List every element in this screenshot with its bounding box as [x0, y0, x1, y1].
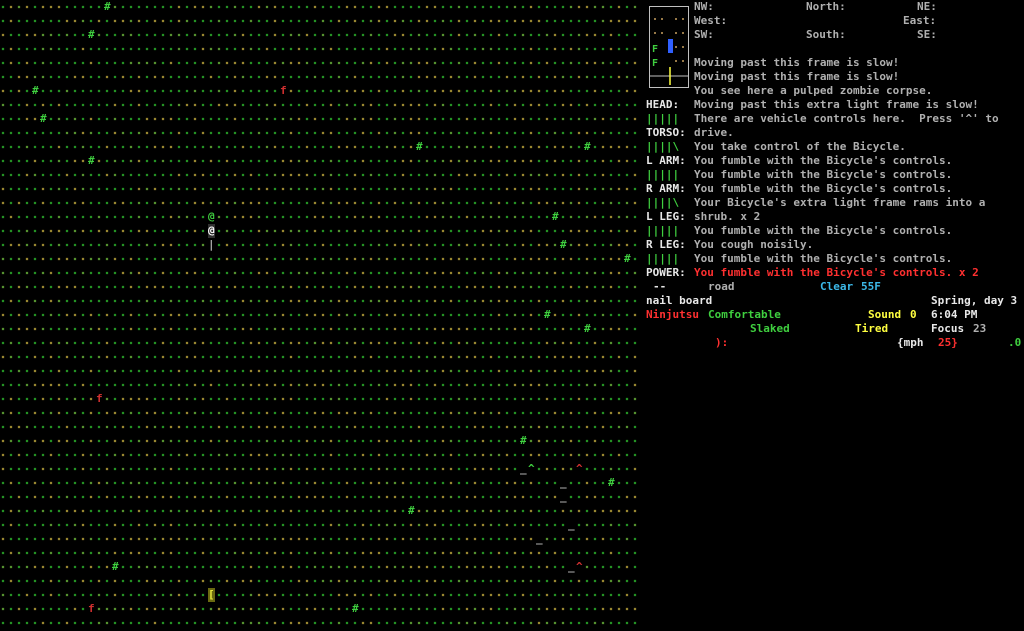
debris-tile: _	[560, 476, 567, 489]
sidebar: F F NW: North: NE: West: East: SW: South…	[645, 0, 1024, 631]
mood-label: Comfortable	[708, 308, 781, 321]
vehicle-part: |	[208, 238, 215, 251]
terrain-label: road	[708, 280, 735, 293]
left-leg-health-bar: |||||	[646, 224, 680, 237]
wielded-item: nail board	[646, 294, 713, 307]
message-line: Moving past this frame is slow!	[694, 70, 900, 83]
compass-south-label: South:	[806, 28, 846, 41]
debris-tile: _	[520, 462, 527, 475]
shrub-tile: #	[552, 210, 559, 223]
temperature-label: 55F	[861, 280, 881, 293]
trap-or-controls: ^	[528, 462, 535, 475]
message-line: You fumble with the Bicycle's controls.	[694, 182, 953, 195]
sound-value: 0	[910, 308, 917, 321]
compass-sw-label: SW:	[694, 28, 714, 41]
shrub-tile: #	[584, 322, 591, 335]
shrub-tile: #	[88, 154, 95, 167]
speed-value: 25}	[938, 336, 958, 349]
shrub-tile: #	[416, 140, 423, 153]
compass-se-label: SE:	[917, 28, 937, 41]
shrub-tile: #	[112, 560, 119, 573]
minimap-fungal-marker-1: F	[652, 44, 658, 55]
trap-or-controls: ^	[576, 462, 583, 475]
shrub-tile: #	[32, 84, 39, 97]
martial-style: Ninjutsu	[646, 308, 699, 321]
shrub-tile: #	[88, 28, 95, 41]
minimap: F F	[649, 6, 689, 88]
message-line: Moving past this frame is slow!	[694, 56, 900, 69]
power-bar: --	[653, 280, 667, 293]
shrub-tile: #	[40, 112, 47, 125]
message-line: You fumble with the Bicycle's controls. …	[694, 266, 979, 279]
compass-east-label: East:	[903, 14, 937, 27]
shrub-tile: #	[520, 434, 527, 447]
message-line: Your Bicycle's extra light frame rams in…	[694, 196, 986, 209]
message-line: You cough noisily.	[694, 238, 814, 251]
left-arm-label: L ARM:	[646, 154, 686, 167]
torso-health-bar: ||||\	[646, 140, 680, 153]
compass-west-label: West:	[694, 14, 728, 27]
focus-label: Focus	[931, 322, 965, 335]
right-leg-label: R LEG:	[646, 238, 686, 251]
compass-north-label: North:	[806, 0, 846, 13]
focus-value: 23	[973, 322, 987, 335]
player-avatar: @	[208, 224, 215, 238]
head-health-bar: |||||	[646, 112, 680, 125]
minimap-graphic: F F	[650, 18, 688, 85]
message-log: Moving past this frame is slow! Moving pa…	[694, 56, 1024, 280]
message-line: You take control of the Bicycle.	[694, 140, 906, 153]
shrub-tile: #	[104, 0, 111, 13]
hostile-creature: f	[280, 84, 287, 97]
shrub-tile: #	[352, 602, 359, 615]
debris-tile: _	[560, 490, 567, 503]
message-line: You fumble with the Bicycle's controls.	[694, 154, 953, 167]
speed-tail: .0	[1008, 336, 1022, 349]
hostile-creature: f	[96, 392, 103, 405]
power-label: POWER:	[646, 266, 686, 279]
minimap-player-marker	[668, 39, 673, 53]
sound-label: Sound	[868, 308, 902, 321]
player-character: @	[208, 210, 215, 223]
time-label: 6:04 PM	[931, 308, 978, 321]
shrub-tile: #	[408, 504, 415, 517]
weather-label: Clear	[820, 280, 854, 293]
compass-nw-label: NW:	[694, 0, 714, 13]
message-line: You fumble with the Bicycle's controls.	[694, 224, 953, 237]
left-leg-label: L LEG:	[646, 210, 686, 223]
right-arm-label: R ARM:	[646, 182, 686, 195]
right-leg-health-bar: |||||	[646, 252, 680, 265]
shrub-tile: #	[584, 140, 591, 153]
message-line: drive.	[694, 126, 734, 139]
speed-unit: {mph	[897, 336, 924, 349]
minimap-fungal-marker-2: F	[652, 58, 658, 69]
shrub-tile: #	[608, 476, 615, 489]
message-line: You fumble with the Bicycle's controls.	[694, 252, 953, 265]
shrub-tile: #	[544, 308, 551, 321]
trap-or-controls: ^	[576, 560, 583, 573]
debris-tile: _	[568, 518, 575, 531]
shrub-tile: #	[560, 238, 567, 251]
message-line: shrub. x 2	[694, 210, 761, 223]
compass-ne-label: NE:	[917, 0, 937, 13]
shrub-tile: #	[624, 252, 631, 265]
message-line: Moving past this extra light frame is sl…	[694, 98, 979, 111]
message-line: You fumble with the Bicycle's controls.	[694, 168, 953, 181]
right-arm-health-bar: ||||\	[646, 196, 680, 209]
body-status-panel: HEAD: ||||| TORSO: ||||\ L ARM: ||||| R …	[646, 98, 694, 294]
message-line: There are vehicle controls here. Press '…	[694, 112, 999, 125]
head-label: HEAD:	[646, 98, 680, 111]
debris-tile: _	[568, 560, 575, 573]
item-on-ground: [	[208, 588, 215, 602]
date-label: Spring, day 3	[931, 294, 1018, 307]
message-line: You see here a pulped zombie corpse.	[694, 84, 933, 97]
morale-face: ):	[715, 336, 729, 349]
left-arm-health-bar: |||||	[646, 168, 680, 181]
map-view[interactable]: # # # f # # # # # @ @ | # # # # f # ^ _ ^ # _ _ # _ _ # ^ _[f #	[0, 0, 640, 631]
torso-label: TORSO:	[646, 126, 686, 139]
debris-tile: _	[536, 532, 543, 545]
hostile-creature: f	[88, 602, 95, 615]
fatigue-status: Tired	[855, 322, 889, 335]
thirst-status: Slaked	[750, 322, 790, 335]
